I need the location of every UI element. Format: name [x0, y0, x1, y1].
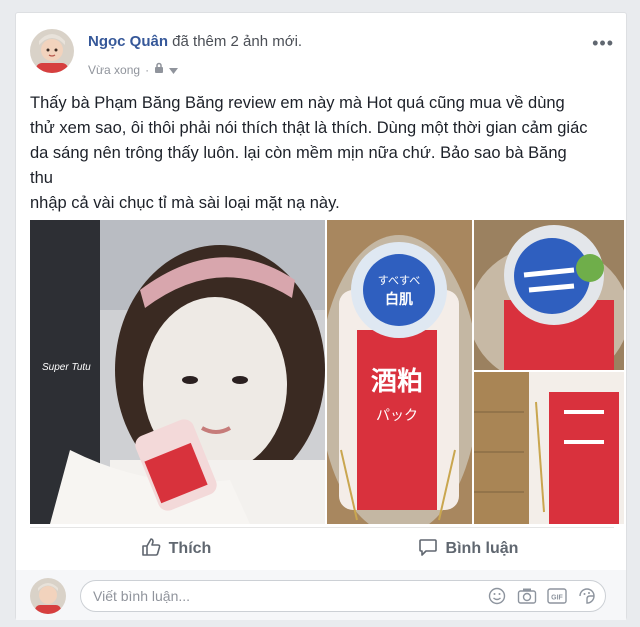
post-action-text: đã thêm 2 ảnh mới.: [168, 33, 303, 50]
package-label-red: 酒粕: [371, 366, 423, 397]
commenter-avatar[interactable]: [30, 578, 66, 614]
post-header-text: Ngọc Quân đã thêm 2 ảnh mới.: [88, 33, 302, 50]
package-label-top: すべすべ: [378, 274, 420, 287]
gif-label: GIF: [551, 595, 563, 602]
post-card: Ngọc Quân đã thêm 2 ảnh mới. Vừa xong · …: [15, 12, 627, 620]
author-avatar[interactable]: [30, 29, 74, 73]
sticker-icon[interactable]: [577, 586, 597, 606]
package-label-white: 白肌: [385, 291, 413, 308]
post-meta: Vừa xong ·: [88, 62, 179, 77]
post-text-line: nhập cả vài chục tỉ mà sài loại mặt nạ n…: [30, 194, 340, 212]
thumbs-up-icon: [141, 537, 161, 562]
comment-input[interactable]: Viết bình luận... GIF: [80, 580, 606, 612]
post-text-line: thu: [30, 169, 53, 187]
post-timestamp[interactable]: Vừa xong: [88, 63, 140, 77]
post-text-line: da sáng nên trông thấy luôn. lại còn mềm…: [30, 144, 567, 162]
privacy-dropdown-icon[interactable]: [169, 63, 179, 77]
photo-package[interactable]: すべすべ 白肌 酒粕 パック: [327, 220, 472, 524]
photo-package-side[interactable]: [474, 372, 624, 524]
comment-button[interactable]: Bình luận: [322, 528, 614, 570]
comment-label: Bình luận: [445, 540, 519, 557]
gif-icon[interactable]: GIF: [547, 586, 567, 606]
comment-tools: GIF: [487, 586, 597, 606]
comment-composer: Viết bình luận... GIF: [16, 570, 626, 620]
lock-icon: [154, 62, 164, 77]
photo-watermark: Super Tutu: [42, 362, 91, 373]
comment-placeholder: Viết bình luận...: [93, 588, 191, 604]
post-text: Thấy bà Phạm Băng Băng review em này mà …: [30, 91, 618, 216]
photo-selfie[interactable]: Super Tutu: [30, 220, 325, 524]
photo-grid: Super Tutu すべすべ 白肌 酒粕 パック: [30, 220, 624, 524]
author-name[interactable]: Ngọc Quân: [88, 33, 168, 50]
action-bar: Thích Bình luận: [30, 527, 614, 571]
more-options-icon[interactable]: •••: [592, 33, 614, 54]
photo-package-top[interactable]: [474, 220, 624, 370]
like-label: Thích: [168, 540, 212, 557]
camera-icon[interactable]: [517, 586, 537, 606]
like-button[interactable]: Thích: [30, 528, 322, 570]
post-text-line: Thấy bà Phạm Băng Băng review em này mà …: [30, 94, 565, 112]
emoji-icon[interactable]: [487, 586, 507, 606]
comment-bubble-icon: [418, 537, 438, 562]
package-label-pack: パック: [376, 408, 418, 424]
post-text-line: thử xem sao, ôi thôi phải nói thích thật…: [30, 119, 588, 137]
